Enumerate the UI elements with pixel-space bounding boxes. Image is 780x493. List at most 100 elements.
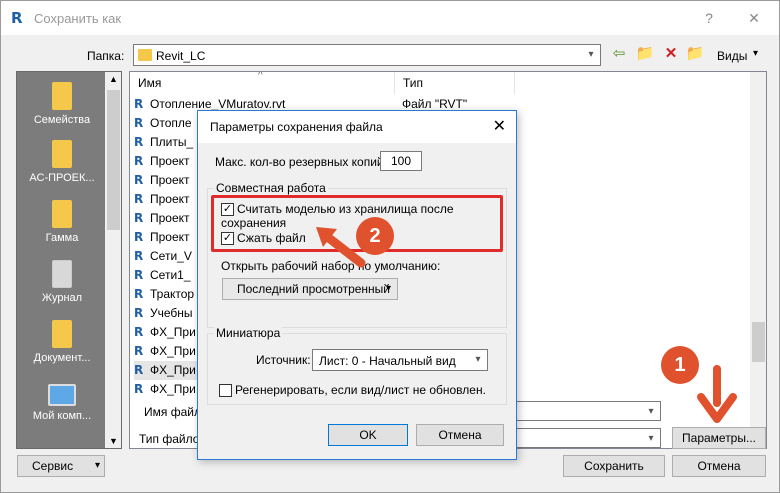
file-name: ФХ_При: [150, 363, 196, 377]
rvt-file-icon: R: [134, 173, 144, 187]
place-gamma[interactable]: Гамма: [17, 200, 107, 244]
window-title: Сохранить как: [34, 11, 122, 26]
column-type-label: Тип: [403, 76, 424, 90]
filetype-label: Тип файлов: [139, 432, 206, 446]
places-bar: Семейства АС-ПРОЕК... Гамма Журнал Докум…: [16, 71, 122, 449]
file-name: ФХ_При: [150, 382, 196, 396]
file-name: Сети_V: [150, 249, 192, 263]
place-label: АС-ПРОЕК...: [29, 172, 95, 184]
source-value: Лист: 0 - Начальный вид: [319, 354, 456, 368]
cancel-button[interactable]: Отмена: [672, 455, 766, 477]
place-journal[interactable]: Журнал: [17, 260, 107, 304]
place-label: Семейства: [33, 114, 91, 126]
file-name: Трактор: [150, 287, 195, 301]
thumbnail-legend: Миниатюра: [214, 326, 283, 340]
rvt-file-icon: R: [134, 306, 144, 320]
rvt-file-icon: R: [134, 249, 144, 263]
source-select[interactable]: Лист: 0 - Начальный вид ▾: [312, 349, 488, 371]
sort-icon: ^: [258, 71, 263, 81]
file-name: Проект: [150, 192, 190, 206]
badge-2: 2: [356, 217, 394, 255]
dialog-title-bar: Параметры сохранения файла ✕: [198, 111, 516, 143]
views-chevron-icon[interactable]: ▾: [753, 48, 758, 59]
chevron-down-icon: ▾: [475, 354, 481, 365]
save-button[interactable]: Сохранить: [563, 455, 665, 477]
scroll-up-icon[interactable]: ▲: [109, 74, 118, 84]
rvt-file-icon: R: [134, 230, 144, 244]
scroll-thumb[interactable]: [752, 322, 765, 362]
rvt-file-icon: R: [134, 268, 144, 282]
column-name-label: Имя: [138, 76, 162, 90]
scroll-thumb[interactable]: [107, 90, 120, 230]
filetype-select[interactable]: ▾: [513, 428, 661, 448]
column-type[interactable]: Тип: [395, 72, 515, 94]
rvt-file-icon: R: [134, 154, 144, 168]
places-scrollbar[interactable]: ▲ ▼: [105, 72, 121, 448]
folder-icon: [52, 82, 72, 110]
place-my-computer[interactable]: Мой комп...: [17, 384, 107, 422]
journal-icon: [52, 260, 72, 288]
rvt-file-icon: R: [134, 192, 144, 206]
rvt-file-icon: R: [134, 363, 144, 377]
filename-input[interactable]: ▾: [513, 401, 661, 421]
service-button[interactable]: Сервис ▾: [17, 455, 105, 477]
place-label: Гамма: [45, 232, 79, 244]
delete-icon[interactable]: ✕: [661, 45, 681, 63]
regen-checkbox[interactable]: Регенерировать, если вид/лист не обновле…: [219, 383, 486, 398]
arrow-1-icon: [697, 365, 737, 423]
folder-label: Папка:: [87, 49, 125, 63]
regen-label: Регенерировать, если вид/лист не обновле…: [235, 383, 486, 397]
max-backups-input[interactable]: 100: [380, 151, 422, 171]
open-workset-select[interactable]: Последний просмотренный ▾: [222, 278, 398, 300]
dialog-title: Параметры сохранения файла: [210, 120, 383, 134]
file-name: ФХ_При: [150, 344, 196, 358]
rvt-file-icon: R: [134, 325, 144, 339]
back-icon[interactable]: ⇦: [609, 45, 629, 63]
save-options-dialog: Параметры сохранения файла ✕ Макс. кол-в…: [197, 110, 517, 460]
place-label: Журнал: [41, 292, 83, 304]
checkbox-icon: [219, 384, 232, 398]
file-name: Сети1_: [150, 268, 191, 282]
computer-icon: [48, 384, 76, 406]
file-name: Учебны: [150, 306, 193, 320]
views-menu[interactable]: Виды: [717, 49, 747, 63]
revit-app-icon: R: [11, 9, 23, 27]
file-name: Проект: [150, 211, 190, 225]
chevron-down-icon: ▾: [588, 49, 594, 60]
up-folder-icon[interactable]: 📁: [635, 45, 655, 63]
file-list-scrollbar[interactable]: [750, 72, 766, 448]
documents-icon: [52, 320, 72, 348]
rvt-file-icon: R: [134, 344, 144, 358]
place-label: Документ...: [33, 352, 91, 364]
file-name: Отопление_VMuratov.rvt: [150, 97, 286, 111]
place-families[interactable]: Семейства: [17, 82, 107, 126]
chevron-down-icon: ▾: [648, 406, 654, 417]
folder-combo[interactable]: Revit_LC ▾: [133, 44, 601, 66]
new-folder-icon[interactable]: 📁: [685, 45, 705, 63]
place-documents[interactable]: Документ...: [17, 320, 107, 364]
file-name: Проект: [150, 173, 190, 187]
place-project[interactable]: АС-ПРОЕК...: [17, 140, 107, 184]
dialog-close-icon[interactable]: ✕: [493, 116, 506, 136]
save-as-window: R Сохранить как ? ✕ Папка: Revit_LC ▾ ⇦ …: [0, 0, 780, 493]
options-button[interactable]: Параметры...: [672, 427, 766, 449]
collab-legend: Совместная работа: [214, 181, 328, 195]
file-name: Отопле: [150, 116, 192, 130]
folder-icon: [52, 200, 72, 228]
rvt-file-icon: R: [134, 382, 144, 396]
chevron-down-icon: ▾: [94, 460, 100, 471]
rvt-file-icon: R: [134, 116, 144, 130]
dialog-cancel-button[interactable]: Отмена: [416, 424, 504, 446]
folder-value: Revit_LC: [156, 49, 206, 63]
file-name: Плиты_: [150, 135, 194, 149]
dialog-ok-button[interactable]: OK: [328, 424, 408, 446]
rvt-file-icon: R: [134, 97, 144, 111]
title-bar: R Сохранить как ? ✕: [1, 1, 779, 35]
help-button[interactable]: ?: [691, 6, 727, 30]
rvt-file-icon: R: [134, 287, 144, 301]
folder-icon: [52, 140, 72, 168]
close-icon[interactable]: ✕: [736, 6, 772, 30]
place-label: Мой комп...: [32, 410, 92, 422]
max-backups-label: Макс. кол-во резервных копий:: [215, 155, 387, 169]
scroll-down-icon[interactable]: ▼: [109, 436, 118, 446]
